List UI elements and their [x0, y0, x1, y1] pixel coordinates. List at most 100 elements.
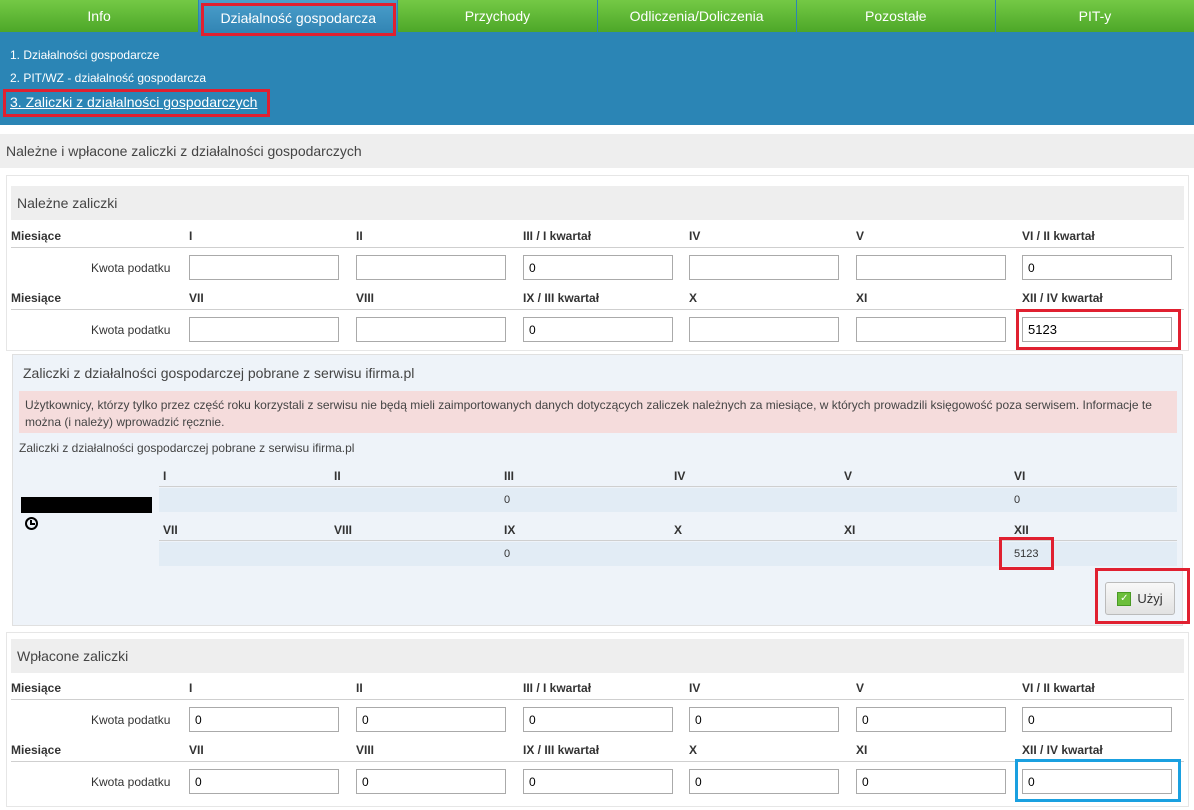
due-row1-inputs: Kwota podatku — [11, 249, 1184, 287]
main-nav: Info Działalność gospodarcza Przychody O… — [0, 0, 1194, 36]
tab-income[interactable]: Przychody — [398, 0, 597, 32]
col-header: IV — [674, 469, 686, 483]
col-header: XI — [856, 743, 868, 757]
due-row2-header: Miesiące VII VIII IX / III kwartał X XI … — [11, 286, 1184, 310]
imported-value: 5123 — [1014, 548, 1039, 560]
tab-info[interactable]: Info — [0, 0, 199, 32]
paid-advances-title: Wpłacone zaliczki — [11, 639, 1184, 673]
months-label: Miesiące — [11, 681, 62, 695]
col-header: IX / III kwartał — [523, 291, 600, 305]
due-amount-input-10[interactable] — [689, 317, 839, 342]
col-header: VIII — [356, 291, 375, 305]
import-warning: Użytkownicy, którzy tylko przez część ro… — [19, 391, 1177, 433]
col-header: XII / IV kwartał — [1022, 291, 1103, 305]
col-header: IV — [689, 681, 701, 695]
months-label: Miesiące — [11, 291, 62, 305]
paid-amount-input-3[interactable] — [523, 707, 673, 732]
col-header: VII — [189, 743, 204, 757]
tab-business-activity[interactable]: Działalność gospodarcza — [199, 0, 398, 36]
due-amount-input-7[interactable] — [189, 317, 339, 342]
paid-amount-input-4[interactable] — [689, 707, 839, 732]
imported-row1-header: I II III IV V VI — [159, 463, 1177, 487]
paid-amount-input-7[interactable] — [189, 769, 339, 794]
paid-row2-inputs: Kwota podatku — [11, 763, 1184, 801]
due-amount-input-5[interactable] — [856, 255, 1006, 280]
amount-label: Kwota podatku — [91, 323, 171, 337]
paid-amount-input-12[interactable] — [1022, 769, 1172, 794]
due-amount-input-2[interactable] — [356, 255, 506, 280]
paid-amount-input-9[interactable] — [523, 769, 673, 794]
amount-label: Kwota podatku — [91, 261, 171, 275]
due-amount-input-12[interactable] — [1022, 317, 1172, 342]
paid-row1-header: Miesiące I II III / I kwartał IV V VI / … — [11, 676, 1184, 700]
due-amount-input-1[interactable] — [189, 255, 339, 280]
col-header: VII — [189, 291, 204, 305]
col-header: XII / IV kwartał — [1022, 743, 1103, 757]
due-amount-input-6[interactable] — [1022, 255, 1172, 280]
col-header: II — [356, 229, 363, 243]
imported-row2-values: 0 5123 — [159, 542, 1177, 566]
paid-amount-input-1[interactable] — [189, 707, 339, 732]
use-button[interactable]: ✓ Użyj — [1105, 582, 1175, 615]
col-header: VI / II kwartał — [1022, 681, 1095, 695]
subnav-item-advances[interactable]: 3. Zaliczki z działalności gospodarczych — [10, 94, 257, 110]
sub-nav: 1. Działalności gospodarcze 2. PIT/WZ - … — [0, 36, 1194, 125]
col-header: X — [689, 291, 698, 305]
col-header: III / I kwartał — [523, 229, 592, 243]
col-header: I — [189, 681, 193, 695]
subnav-item-businesses[interactable]: 1. Działalności gospodarcze — [10, 48, 159, 62]
paid-amount-input-10[interactable] — [689, 769, 839, 794]
paid-amount-input-8[interactable] — [356, 769, 506, 794]
col-header: III / I kwartał — [523, 681, 592, 695]
tab-other[interactable]: Pozostałe — [796, 0, 995, 32]
subnav-item-pit-wz[interactable]: 2. PIT/WZ - działalność gospodarcza — [10, 71, 206, 85]
col-header: V — [856, 229, 865, 243]
col-header: X — [689, 743, 698, 757]
page-title: Należne i wpłacone zaliczki z działalnoś… — [0, 134, 1194, 168]
paid-amount-input-6[interactable] — [1022, 707, 1172, 732]
due-amount-input-11[interactable] — [856, 317, 1006, 342]
redacted-label — [21, 497, 152, 513]
imported-value: 0 — [504, 548, 511, 560]
col-header: VIII — [334, 523, 353, 537]
col-header: I — [189, 229, 193, 243]
paid-advances-panel: Wpłacone zaliczki Miesiące I II III / I … — [6, 632, 1189, 807]
imported-row1-values: 0 0 — [159, 488, 1177, 512]
col-header: IX / III kwartał — [523, 743, 600, 757]
tab-pit-forms[interactable]: PIT-y — [995, 0, 1194, 32]
imported-row2-header: VII VIII IX X XI XII — [159, 517, 1177, 541]
imported-value: 0 — [504, 494, 511, 506]
due-advances-title: Należne zaliczki — [11, 186, 1184, 220]
col-header: III — [504, 469, 515, 483]
due-advances-panel: Należne zaliczki Miesiące I II III / I k… — [6, 175, 1189, 351]
col-header: V — [856, 681, 865, 695]
col-header: XI — [844, 523, 856, 537]
imported-title: Zaliczki z działalności gospodarczej pob… — [23, 365, 415, 381]
paid-row1-inputs: Kwota podatku — [11, 701, 1184, 739]
paid-amount-input-11[interactable] — [856, 769, 1006, 794]
paid-amount-input-5[interactable] — [856, 707, 1006, 732]
due-amount-input-4[interactable] — [689, 255, 839, 280]
due-row1-header: Miesiące I II III / I kwartał IV V VI / … — [11, 224, 1184, 248]
clock-icon — [25, 517, 38, 530]
due-amount-input-8[interactable] — [356, 317, 506, 342]
col-header: V — [844, 469, 853, 483]
use-button-label: Użyj — [1137, 591, 1163, 606]
paid-amount-input-2[interactable] — [356, 707, 506, 732]
col-header: II — [334, 469, 341, 483]
due-amount-input-9[interactable] — [523, 317, 673, 342]
due-amount-input-3[interactable] — [523, 255, 673, 280]
col-header: I — [163, 469, 167, 483]
paid-row2-header: Miesiące VII VIII IX / III kwartał X XI … — [11, 738, 1184, 762]
col-header: IX — [504, 523, 516, 537]
col-header: VII — [163, 523, 178, 537]
imported-subtitle: Zaliczki z działalności gospodarczej pob… — [19, 441, 355, 455]
tab-deductions[interactable]: Odliczenia/Doliczenia — [597, 0, 796, 32]
amount-label: Kwota podatku — [91, 775, 171, 789]
due-row2-inputs: Kwota podatku — [11, 311, 1184, 349]
months-label: Miesiące — [11, 229, 62, 243]
col-header: X — [674, 523, 683, 537]
check-icon: ✓ — [1117, 591, 1132, 606]
col-header: XII — [1014, 523, 1029, 537]
imported-advances-box: Zaliczki z działalności gospodarczej pob… — [12, 354, 1183, 626]
